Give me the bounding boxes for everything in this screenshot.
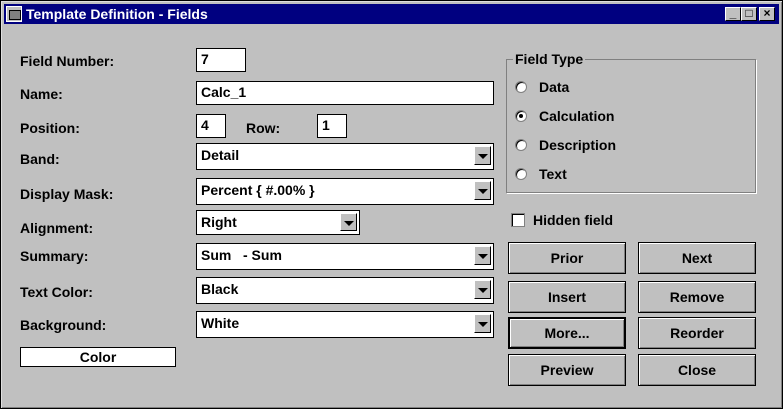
radio-description-label[interactable]: Description (539, 137, 616, 153)
position-label: Position: (20, 120, 80, 136)
band-label: Band: (20, 151, 60, 167)
band-dropdown-arrow-icon[interactable] (474, 146, 491, 165)
insert-button[interactable]: Insert (508, 281, 626, 313)
row-label: Row: (246, 120, 281, 136)
alignment-label: Alignment: (20, 220, 94, 236)
remove-button[interactable]: Remove (638, 281, 756, 313)
title-bar[interactable]: Template Definition - Fields _ □ × (4, 4, 779, 24)
prior-button[interactable]: Prior (508, 242, 626, 274)
field-number-input[interactable]: 7 (196, 48, 246, 72)
more-button[interactable]: More... (508, 317, 626, 349)
display-mask-dropdown-arrow-icon[interactable] (474, 181, 491, 200)
display-mask-label: Display Mask: (20, 186, 114, 202)
row-input[interactable]: 1 (317, 114, 347, 138)
band-value: Detail (201, 147, 240, 163)
name-input[interactable]: Calc_1 (196, 81, 494, 105)
minimize-button[interactable]: _ (725, 7, 741, 21)
text-color-dropdown[interactable]: Black (196, 277, 494, 304)
alignment-dropdown[interactable]: Right (196, 210, 360, 235)
summary-dropdown-arrow-icon[interactable] (474, 246, 491, 265)
radio-data[interactable] (515, 81, 527, 93)
close-window-button[interactable]: × (759, 7, 775, 21)
hidden-field-checkbox[interactable] (511, 213, 525, 227)
window-title: Template Definition - Fields (26, 6, 208, 22)
field-type-group-label: Field Type (513, 51, 586, 67)
app-icon[interactable] (6, 6, 22, 22)
maximize-button[interactable]: □ (741, 7, 757, 21)
background-value: White (201, 315, 240, 331)
radio-calculation-label[interactable]: Calculation (539, 108, 614, 124)
alignment-dropdown-arrow-icon[interactable] (340, 213, 357, 231)
text-color-label: Text Color: (20, 284, 93, 300)
summary-value: Sum - Sum (201, 247, 282, 263)
text-color-dropdown-arrow-icon[interactable] (474, 280, 491, 299)
field-number-label: Field Number: (20, 53, 115, 69)
display-mask-value: Percent { #.00% } (201, 182, 315, 198)
next-button[interactable]: Next (638, 242, 756, 274)
radio-text[interactable] (515, 168, 527, 180)
text-color-value: Black (201, 281, 239, 297)
reorder-button[interactable]: Reorder (638, 317, 756, 349)
radio-calculation[interactable] (515, 110, 527, 122)
radio-data-label[interactable]: Data (539, 79, 569, 95)
alignment-value: Right (201, 214, 237, 230)
summary-dropdown[interactable]: Sum - Sum (196, 243, 494, 270)
close-button[interactable]: Close (638, 354, 756, 386)
color-button[interactable]: Color (20, 347, 176, 367)
template-definition-window: Template Definition - Fields _ □ × Field… (0, 0, 783, 409)
band-dropdown[interactable]: Detail (196, 143, 494, 170)
background-dropdown[interactable]: White (196, 311, 494, 338)
radio-description[interactable] (515, 139, 527, 151)
summary-label: Summary: (20, 248, 89, 264)
hidden-field-label[interactable]: Hidden field (533, 212, 613, 228)
preview-button[interactable]: Preview (508, 354, 626, 386)
background-label: Background: (20, 317, 107, 333)
position-input[interactable]: 4 (196, 114, 226, 138)
background-dropdown-arrow-icon[interactable] (474, 314, 491, 333)
display-mask-dropdown[interactable]: Percent { #.00% } (196, 178, 494, 205)
radio-text-label[interactable]: Text (539, 166, 567, 182)
name-label: Name: (20, 86, 63, 102)
